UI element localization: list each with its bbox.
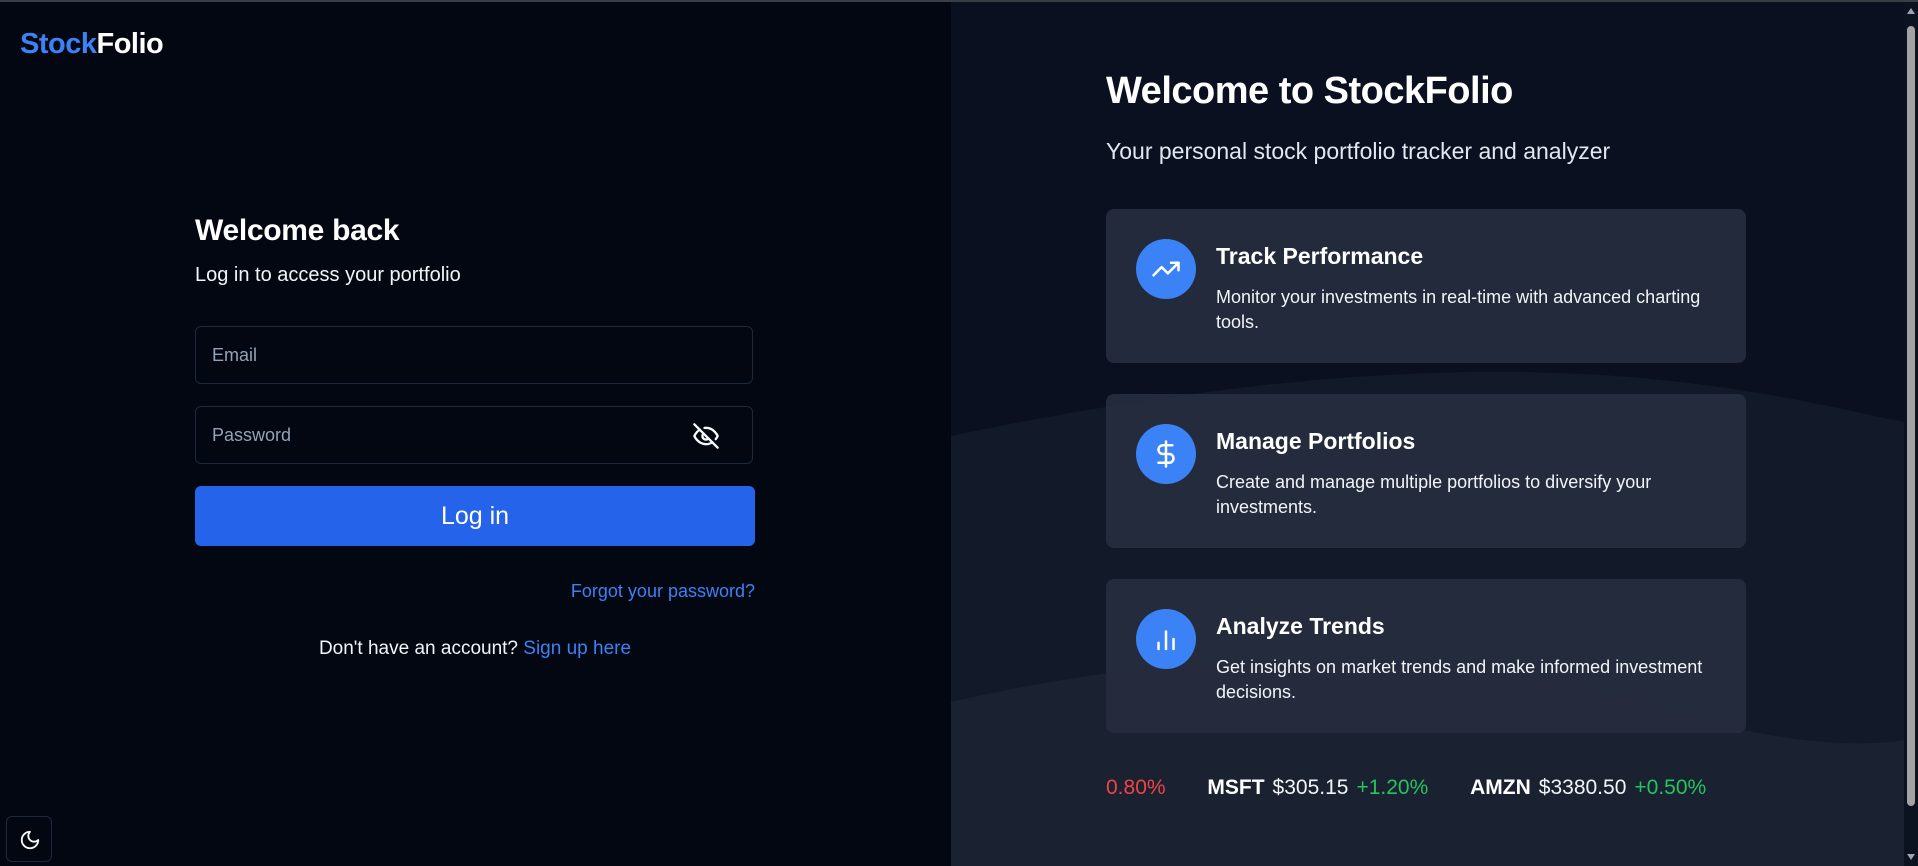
feature-description: Monitor your investments in real-time wi… — [1216, 287, 1701, 332]
page-scrollbar[interactable] — [1904, 2, 1918, 866]
signup-prompt-text: Don't have an account? — [318, 638, 518, 659]
bar-chart-icon — [1136, 609, 1196, 669]
feature-card-manage-portfolios: Manage Portfolios Create and manage mult… — [1106, 394, 1746, 548]
signup-link[interactable]: Sign up here — [523, 638, 631, 659]
trending-up-icon — [1136, 239, 1196, 299]
ticker-change: 0.80% — [1106, 776, 1166, 799]
brand-logo-part-stock: Stock — [20, 28, 97, 60]
brand-logo-part-folio: Folio — [96, 28, 164, 60]
ticker-symbol: AMZN — [1470, 776, 1531, 799]
welcome-pane: Welcome to StockFolio Your personal stoc… — [951, 2, 1904, 866]
feature-card-track-performance: Track Performance Monitor your investmen… — [1106, 209, 1746, 363]
theme-toggle-button[interactable] — [6, 816, 52, 862]
ticker-change: +0.50% — [1634, 776, 1707, 799]
forgot-password-link[interactable]: Forgot your password? — [571, 581, 755, 602]
ticker-change: +1.20% — [1356, 776, 1429, 799]
hero-title: Welcome to StockFolio — [1106, 70, 1513, 112]
stock-ticker: 0.80% MSFT $305.15 +1.20% AMZN $3380.50 +0.5… — [1106, 776, 1742, 800]
eye-off-icon[interactable] — [692, 422, 720, 450]
feature-title: Analyze Trends — [1216, 613, 1385, 639]
dollar-sign-icon — [1136, 424, 1196, 484]
scrollbar-thumb[interactable] — [1907, 26, 1915, 806]
password-field[interactable] — [196, 407, 752, 463]
ticker-item: 0.80% — [1106, 776, 1166, 800]
ticker-price: $3380.50 — [1538, 776, 1627, 799]
ticker-item: MSFT $305.15 +1.20% — [1207, 776, 1428, 800]
login-subtitle: Log in to access your portfolio — [195, 264, 461, 286]
hero-subtitle: Your personal stock portfolio tracker an… — [1106, 138, 1611, 164]
ticker-item: AMZN $3380.50 +0.50% — [1470, 776, 1706, 800]
signup-prompt: Don't have an account? Sign up here — [195, 638, 755, 660]
scroll-down-arrow-icon[interactable] — [1907, 854, 1915, 860]
password-field-wrapper — [195, 406, 753, 464]
scroll-up-arrow-icon[interactable] — [1907, 8, 1915, 14]
ticker-price: $305.15 — [1272, 776, 1349, 799]
feature-title: Track Performance — [1216, 243, 1424, 269]
email-field[interactable] — [196, 327, 752, 383]
login-form: Welcome back Log in to access your portf… — [195, 214, 755, 659]
login-button[interactable]: Log in — [195, 486, 755, 546]
login-pane: StockFolio Welcome back Log in to access… — [0, 2, 951, 866]
window-top-border — [0, 0, 1918, 2]
feature-description: Get insights on market trends and make i… — [1216, 657, 1703, 702]
login-title: Welcome back — [195, 214, 400, 247]
brand-logo[interactable]: StockFolio — [20, 28, 164, 61]
feature-description: Create and manage multiple portfolios to… — [1216, 472, 1652, 517]
moon-icon — [20, 830, 40, 850]
ticker-symbol: MSFT — [1207, 776, 1265, 799]
feature-card-analyze-trends: Analyze Trends Get insights on market tr… — [1106, 579, 1746, 733]
email-field-wrapper — [195, 326, 753, 384]
feature-title: Manage Portfolios — [1216, 428, 1416, 454]
